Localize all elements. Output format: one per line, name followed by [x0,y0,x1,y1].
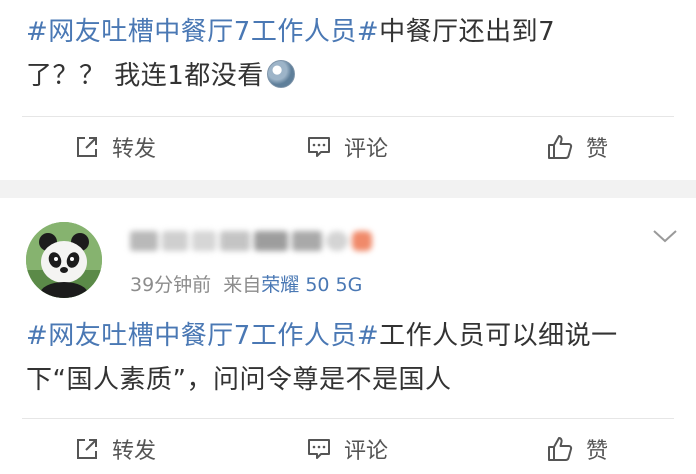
username-blurred[interactable] [130,228,380,254]
post-2-time: 39分钟前 [130,274,212,296]
comment-button[interactable]: 评论 [306,131,388,163]
post-1-action-bar: 转发 评论 赞 [0,119,696,175]
weibo-feed: #网友吐槽中餐厅7工作人员#中餐厅还出到7 了？？ 我连1都没看 转发 评论 赞… [0,0,696,474]
more-options-chevron-icon[interactable] [652,228,678,248]
panda-avatar-icon [26,222,102,298]
divider [22,116,674,117]
comment-icon [308,137,330,157]
like-label: 赞 [586,439,609,464]
feed-separator [0,180,696,198]
like-button[interactable]: 赞 [546,131,608,163]
post-1-text: #网友吐槽中餐厅7工作人员#中餐厅还出到7 了？？ 我连1都没看 [26,10,676,98]
comment-button[interactable]: 评论 [306,433,388,465]
post-1-topic-link[interactable]: #网友吐槽中餐厅7工作人员# [26,17,379,47]
repost-icon [77,439,97,459]
comment-label: 评论 [344,439,389,464]
husky-face-icon [266,60,295,88]
post-2-source-prefix: 来自 [223,274,262,296]
repost-button[interactable]: 转发 [74,433,156,465]
repost-icon [77,137,97,157]
post-2-action-bar: 转发 评论 赞 [0,421,696,474]
post-2-text: #网友吐槽中餐厅7工作人员#工作人员可以细说一 下“国人素质”，问问令尊是不是国… [26,314,676,402]
post-2-meta: 39分钟前 来自荣耀 50 5G [130,270,362,297]
repost-button[interactable]: 转发 [74,131,156,163]
post-1-text-line2: 了？？ 我连1都没看 [26,61,264,91]
comment-icon [308,439,330,459]
post-2-text-line2: 下“国人素质”，问问令尊是不是国人 [26,365,452,395]
post-1-text-line1: 中餐厅还出到7 [379,17,556,47]
repost-label: 转发 [112,439,157,464]
repost-label: 转发 [112,137,157,162]
post-2-topic-link[interactable]: #网友吐槽中餐厅7工作人员# [26,321,379,351]
avatar[interactable] [26,222,102,298]
like-button[interactable]: 赞 [546,433,608,465]
thumbs-up-icon [548,135,573,159]
like-label: 赞 [586,137,609,162]
comment-label: 评论 [344,137,389,162]
post-2-text-line1: 工作人员可以细说一 [379,321,618,351]
post-2-device-link[interactable]: 荣耀 50 5G [261,274,362,296]
divider [22,418,674,419]
thumbs-up-icon [548,437,573,461]
